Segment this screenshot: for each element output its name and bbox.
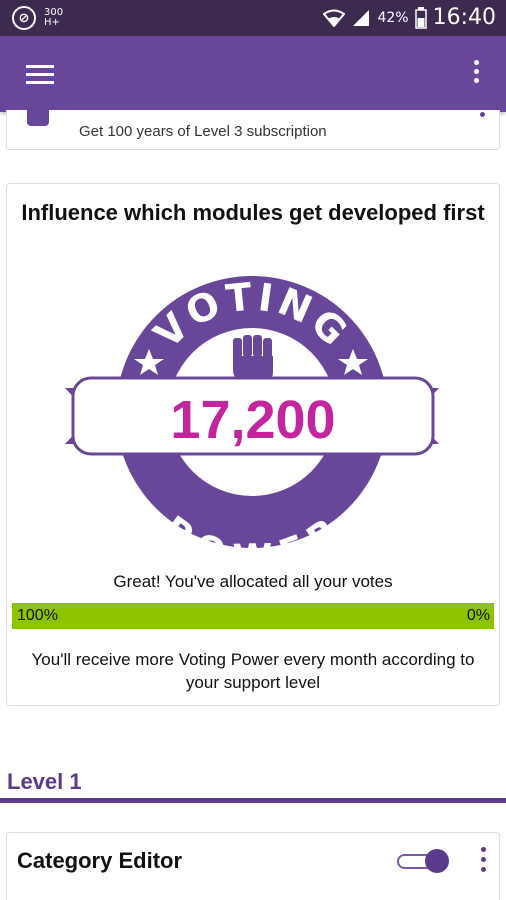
module-card[interactable]: Category Editor bbox=[6, 832, 500, 900]
section-title: Level 1 bbox=[7, 769, 82, 794]
app-bar bbox=[0, 36, 506, 112]
module-toggle[interactable] bbox=[397, 849, 455, 873]
progress-allocated-label: 100% bbox=[17, 607, 58, 624]
network-type: H+ bbox=[44, 17, 60, 28]
votes-progress-bar: 100% 0% bbox=[12, 603, 494, 629]
status-bar-left: ⊘ 300 H+ bbox=[12, 6, 63, 30]
toggle-thumb bbox=[425, 849, 449, 873]
voting-card-heading: Influence which modules get developed fi… bbox=[21, 200, 485, 225]
clock: 16:40 bbox=[432, 5, 496, 30]
signal-icon bbox=[353, 9, 370, 26]
data-saver-icon: ⊘ bbox=[12, 6, 36, 30]
more-vert-icon[interactable] bbox=[477, 847, 489, 875]
voting-power-card: Influence which modules get developed fi… bbox=[6, 183, 500, 706]
battery-icon bbox=[414, 6, 427, 29]
module-title: Category Editor bbox=[17, 848, 183, 873]
progress-remaining-label: 0% bbox=[466, 607, 490, 624]
hamburger-menu-icon[interactable] bbox=[26, 65, 54, 85]
allocation-status: Great! You've allocated all your votes bbox=[113, 572, 393, 591]
voting-power-value: 17,200 bbox=[170, 390, 335, 450]
voting-power-badge: VOTING POWER 17,200 bbox=[65, 274, 439, 552]
subscription-card[interactable]: Get 100 years of Level 3 subscription bbox=[6, 110, 500, 150]
wifi-icon bbox=[323, 9, 346, 27]
network-indicator: 300 H+ bbox=[44, 8, 63, 28]
more-vert-icon[interactable] bbox=[480, 112, 485, 117]
section-divider bbox=[0, 798, 506, 803]
battery-percent: 42% bbox=[377, 9, 409, 26]
package-icon bbox=[27, 110, 49, 126]
status-bar-right: 42% 16:40 bbox=[323, 5, 496, 30]
voting-power-note: You'll receive more Voting Power every m… bbox=[31, 650, 475, 692]
status-bar: ⊘ 300 H+ 42% 16:40 bbox=[0, 0, 506, 36]
subscription-text: Get 100 years of Level 3 subscription bbox=[79, 123, 327, 140]
more-vert-icon[interactable] bbox=[470, 60, 482, 88]
